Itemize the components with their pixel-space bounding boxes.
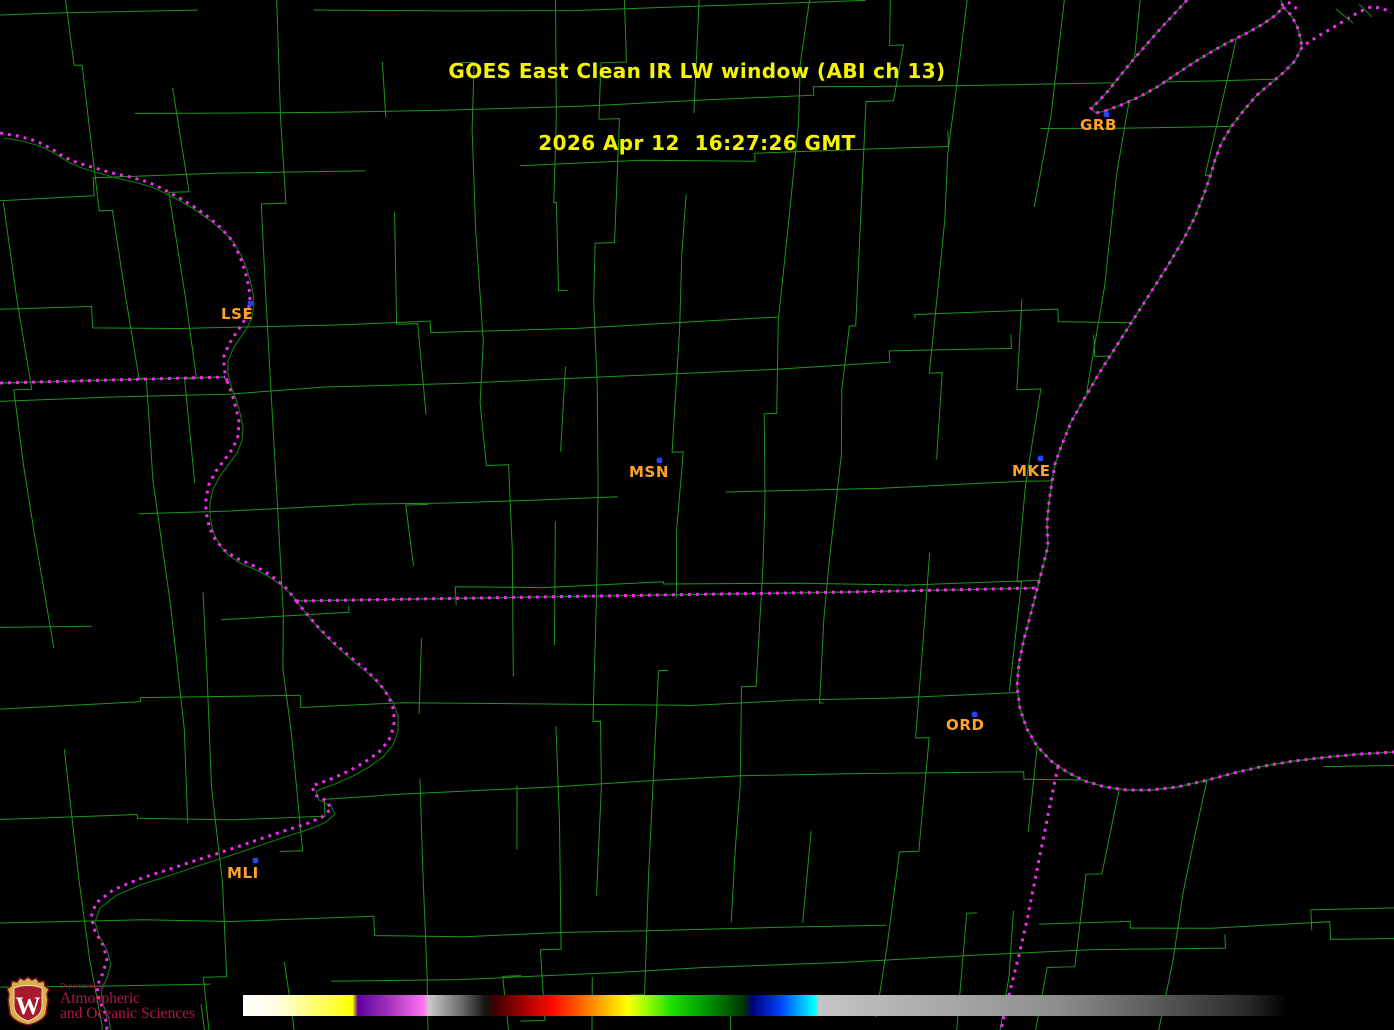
station-label-MLI: MLI	[227, 864, 259, 882]
image-title: GOES East Clean IR LW window (ABI ch 13)…	[0, 11, 1394, 203]
illinois-indiana-border	[999, 765, 1060, 1030]
ir-temperature-colorbar	[243, 995, 1287, 1016]
station-label-MKE: MKE	[1012, 462, 1051, 480]
station-dot-MKE	[1038, 456, 1043, 461]
station-label-GRB: GRB	[1080, 116, 1118, 134]
title-line2: 2026 Apr 12 16:27:26 GMT	[538, 131, 856, 155]
station-label-MSN: MSN	[629, 463, 670, 481]
station-dot-MLI	[253, 858, 258, 863]
title-line1: GOES East Clean IR LW window (ABI ch 13)	[448, 59, 946, 83]
mississippi-river-lower	[89, 600, 396, 1030]
logo-line1: Atmospheric	[60, 989, 141, 1007]
station-label-LSE: LSE	[221, 305, 254, 323]
mississippi-river-middle-channel	[209, 385, 301, 607]
aos-logo: W Department of Atmospheric and Oceanic …	[3, 976, 195, 1026]
logo-line2: and Oceanic Sciences	[60, 1004, 196, 1022]
station-label-ORD: ORD	[946, 716, 985, 734]
crest-letter: W	[16, 993, 41, 1020]
satellite-image-viewport: GOES East Clean IR LW window (ABI ch 13)…	[0, 0, 1394, 1030]
uw-crest-icon: W	[6, 976, 50, 1026]
